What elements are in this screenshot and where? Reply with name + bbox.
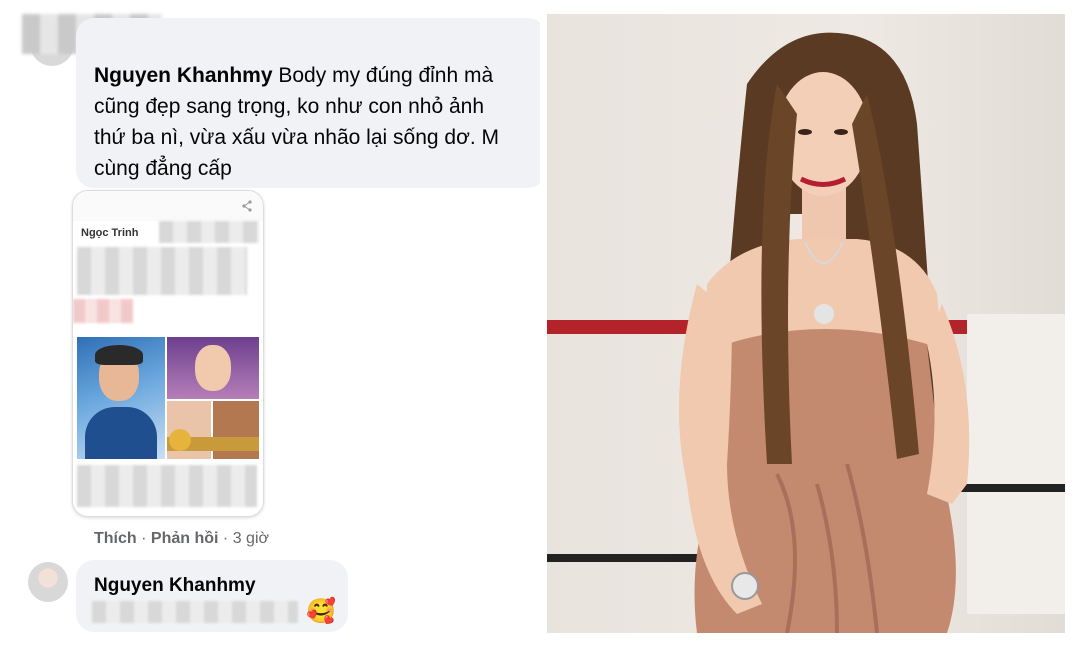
collage-photo — [77, 337, 165, 459]
post-author: Ngọc Trinh — [81, 227, 139, 239]
collage-photo — [167, 337, 259, 399]
woman-photo — [547, 32, 1065, 633]
watch — [731, 572, 759, 600]
comment-actions: Thích · Phản hồi · 3 giờ — [94, 530, 269, 548]
blurred-text — [159, 221, 259, 243]
portrait-photo — [547, 14, 1065, 633]
comment-screenshot: Nguyen Khanhmy Body my đúng đỉnh mà cũng… — [0, 0, 540, 648]
separator: · — [222, 530, 229, 547]
share-icon — [242, 200, 252, 212]
eye — [834, 129, 848, 135]
separator: · — [141, 530, 147, 547]
timestamp[interactable]: 3 giờ — [233, 530, 269, 547]
like-button[interactable]: Thích — [94, 530, 137, 547]
pendant — [814, 304, 834, 324]
blurred-text — [77, 247, 247, 295]
blurred-text — [77, 465, 257, 507]
badge-icon — [169, 429, 191, 451]
blurred-text — [73, 299, 133, 323]
attached-screenshot[interactable]: Ngọc Trinh — [72, 190, 264, 517]
blurred-text — [92, 601, 298, 623]
comment-text: Nguyen Khanhmy Body my đúng đỉnh mà cũng… — [94, 60, 534, 184]
phone-status-bar — [73, 191, 263, 221]
reply-author[interactable]: Nguyen Khanhmy — [94, 575, 256, 597]
avatar[interactable] — [28, 562, 68, 602]
eye — [798, 129, 812, 135]
emoji-icon: 🥰 — [306, 598, 336, 625]
reply-button[interactable]: Phản hồi — [151, 530, 219, 547]
wall-panel — [967, 314, 1065, 614]
comment-author[interactable]: Nguyen Khanhmy — [94, 64, 273, 87]
